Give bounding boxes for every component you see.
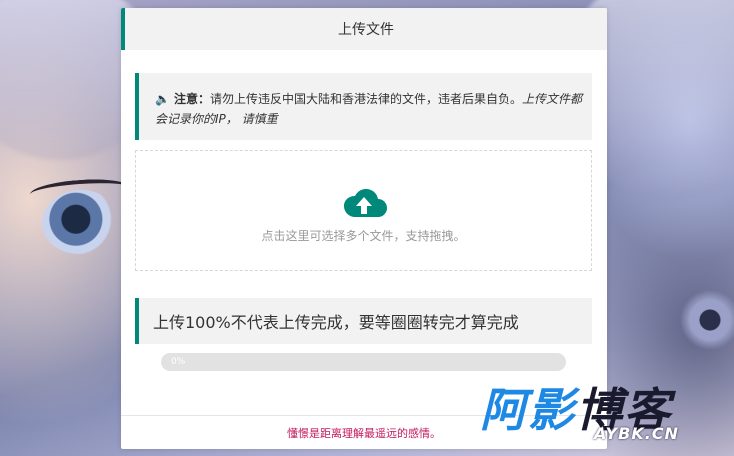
status-text: 上传100%不代表上传完成，要等圈圈转完才算完成 xyxy=(153,313,519,332)
background-flower xyxy=(680,280,734,360)
notice-label: 注意： xyxy=(173,92,210,106)
upload-status-note: 上传100%不代表上传完成，要等圈圈转完才算完成 xyxy=(135,298,592,344)
notice-text: 请勿上传违反中国大陆和香港法律的文件，违者后果自负。 xyxy=(209,92,522,106)
notice-box: 🔈 注意：请勿上传违反中国大陆和香港法律的文件，违者后果自负。上传文件都会记录你的… xyxy=(135,73,592,140)
upload-panel: 上传文件 🔈 注意：请勿上传违反中国大陆和香港法律的文件，违者后果自负。上传文件都… xyxy=(121,8,607,449)
cloud-upload-icon xyxy=(343,189,387,217)
file-dropzone[interactable]: 点击这里可选择多个文件，支持拖拽。 xyxy=(135,150,592,271)
dropzone-hint: 点击这里可选择多个文件，支持拖拽。 xyxy=(261,229,466,243)
footer: 懂憬是距离理解最遥远的感情。 xyxy=(121,415,607,449)
panel-header: 上传文件 xyxy=(121,8,607,50)
footer-text: 懂憬是距离理解最遥远的感情。 xyxy=(287,426,441,440)
progress-label: 0% xyxy=(171,357,186,367)
panel-title: 上传文件 xyxy=(338,22,394,38)
speaker-icon: 🔈 xyxy=(155,92,170,106)
upload-progress-bar: 0% xyxy=(161,353,566,371)
